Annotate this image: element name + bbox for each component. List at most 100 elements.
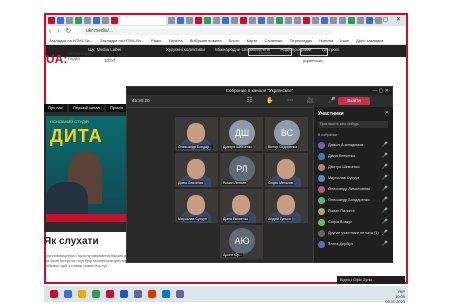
tab-icon[interactable] [213,17,220,24]
video-tile[interactable]: АЮ Арсен Юр... [220,225,263,259]
url-field[interactable]: ukr.media/... [82,28,332,35]
program-poster[interactable]: ОСНОВНИЙ СТУДІЯ ДИТА [46,116,132,222]
tab-icon[interactable] [177,17,184,24]
mic-icon[interactable]: 🎤 [382,197,388,203]
tab-icon[interactable] [57,17,64,24]
video-tile[interactable]: Дiана Левченко [175,153,218,187]
tab-icon[interactable] [240,17,247,24]
tab-promin[interactable]: Промін [105,104,127,112]
close-icon[interactable]: ✕ [385,110,389,116]
tab-icon[interactable] [258,17,265,24]
tab-icon[interactable] [84,17,91,24]
participant-row[interactable]: Дамыч Ачиладимов 🎤 [318,141,390,150]
mic-icon[interactable]: 🎤 [382,175,388,181]
taskbar-app-icon[interactable] [50,290,58,298]
video-tile[interactable]: ВС Вiктор Сидоренко [265,117,308,151]
tab-icon[interactable] [249,17,256,24]
taskbar-app-icon[interactable] [92,290,100,298]
tab-icon[interactable] [267,17,274,24]
taskbar-app-icon[interactable] [134,290,142,298]
tab-icon[interactable] [66,17,73,24]
other-bookmarks[interactable]: Другі закладки [356,38,383,43]
mic-icon[interactable]: 🎤 [382,186,388,192]
video-tile[interactable]: Софія Мельник [265,153,308,187]
bookmark[interactable]: Перекладач [290,38,312,43]
window-controls[interactable]: — ▢ ✕ [372,87,389,95]
leave-button[interactable]: Выйти [338,97,370,105]
tab-icon[interactable] [303,17,310,24]
tab-icon[interactable] [195,17,202,24]
tab-icon[interactable] [222,17,229,24]
participant-row[interactable]: Злата Дорбірх 🎤 [318,240,390,249]
taskbar-app-icon[interactable] [176,290,184,298]
tab-icon[interactable] [231,17,238,24]
tab-icon[interactable] [168,17,175,24]
mic-icon[interactable]: 🎤 [382,230,388,236]
tab-icon[interactable] [48,17,55,24]
bookmark[interactable]: Україна [169,38,183,43]
tab-icon[interactable] [294,17,301,24]
mic-icon[interactable]: 🎤 [382,208,388,214]
taskbar-app-icon[interactable] [78,290,86,298]
tab-icon[interactable] [339,17,346,24]
tab-icon[interactable] [348,17,355,24]
mic-icon[interactable]: 🎤 [382,164,388,170]
bookmark[interactable]: Радіо [151,38,161,43]
tab-icon[interactable] [276,17,283,24]
video-tile[interactable]: Олександр Бондар... [175,117,218,151]
video-tile[interactable]: Мирослав Сусуун [175,189,218,223]
mic-icon[interactable]: 🎤 [382,142,388,148]
participant-row[interactable]: Олександр Бондаренко 🎤 [318,196,390,205]
participant-row[interactable]: Дмитро Шевченко 🎤 [318,163,390,172]
tab-icon[interactable] [111,17,118,24]
tab-icon[interactable] [357,17,364,24]
tab-first-channel[interactable]: Перший канал [68,104,104,112]
video-tile[interactable]: Андрій Гунько [265,189,308,223]
mic-icon[interactable]: 🎤 [382,153,388,159]
tab-icon[interactable] [186,17,193,24]
participant-row[interactable]: Мирослав Сусуун 🎤 [318,174,390,183]
participant-row[interactable]: Софія Вовкус 🎤 [318,218,390,227]
tab-icon[interactable] [330,17,337,24]
bookmark[interactable]: Новини [319,38,333,43]
tab-icon[interactable] [75,17,82,24]
tab-icon[interactable] [204,17,211,24]
participant-row[interactable]: Олександр Лимановник 🎤 [318,185,390,194]
active-tab[interactable] [120,16,166,25]
call-notification[interactable]: Відео • Офіс Зуны [337,276,405,284]
taskbar-app-icon[interactable] [162,290,170,298]
bookmark[interactable]: Карти [247,38,258,43]
video-tile[interactable]: Дiана Яковенко [220,189,263,223]
nav-arrows-icon[interactable]: ‹ › ↻ [49,27,73,35]
video-tile[interactable]: ДШ Дмитро Шевченко [220,117,263,151]
video-tile[interactable]: РЛ Роман Литвин [220,153,263,187]
bookmark[interactable]: Вибіркові новини [190,38,222,43]
tab-icon[interactable] [93,17,100,24]
bookmark[interactable]: Інше [340,38,349,43]
taskbar-app-icon[interactable] [148,290,156,298]
mic-icon[interactable]: 🎤 [382,219,388,225]
site-search-input[interactable]: ⌕ Пошук [239,48,292,56]
invite-input[interactable]: Пригласить кого-нибудь [318,121,388,128]
tab-icon[interactable] [102,17,109,24]
participants-section[interactable]: В собрании [318,133,337,137]
bookmark[interactable]: Словники [264,38,282,43]
bookmark[interactable]: Блоги [229,38,240,43]
tab-icon[interactable] [285,17,292,24]
participant-row[interactable]: Роман Пилипчі 🎤 [318,207,390,216]
participant-row[interactable]: Дiана Левченко 🎤 [318,152,390,161]
tab-icon[interactable] [321,17,328,24]
search-icon[interactable]: ⌕ [239,49,241,57]
window-controls[interactable]: — ▢ ✕ [369,16,404,23]
taskbar-app-icon[interactable] [106,290,114,298]
tab-icon[interactable] [312,17,319,24]
participant-row[interactable]: Другие участники не чата (1) 🎤 [318,229,390,238]
tab-about[interactable]: Про нас [44,104,67,112]
site-menu-item[interactable]: Художні колективи [166,47,205,52]
mic-icon[interactable]: 🎤 [382,241,388,247]
taskbar-app-icon[interactable] [120,290,128,298]
site-logo[interactable]: UA: УКРАЇНСЬКЕ РАДІО [46,50,92,68]
taskbar-app-icon[interactable] [64,290,72,298]
language-select[interactable]: по-українськи [300,48,328,63]
bookmark[interactable]: Закладки на HTML-ба... [100,38,144,43]
